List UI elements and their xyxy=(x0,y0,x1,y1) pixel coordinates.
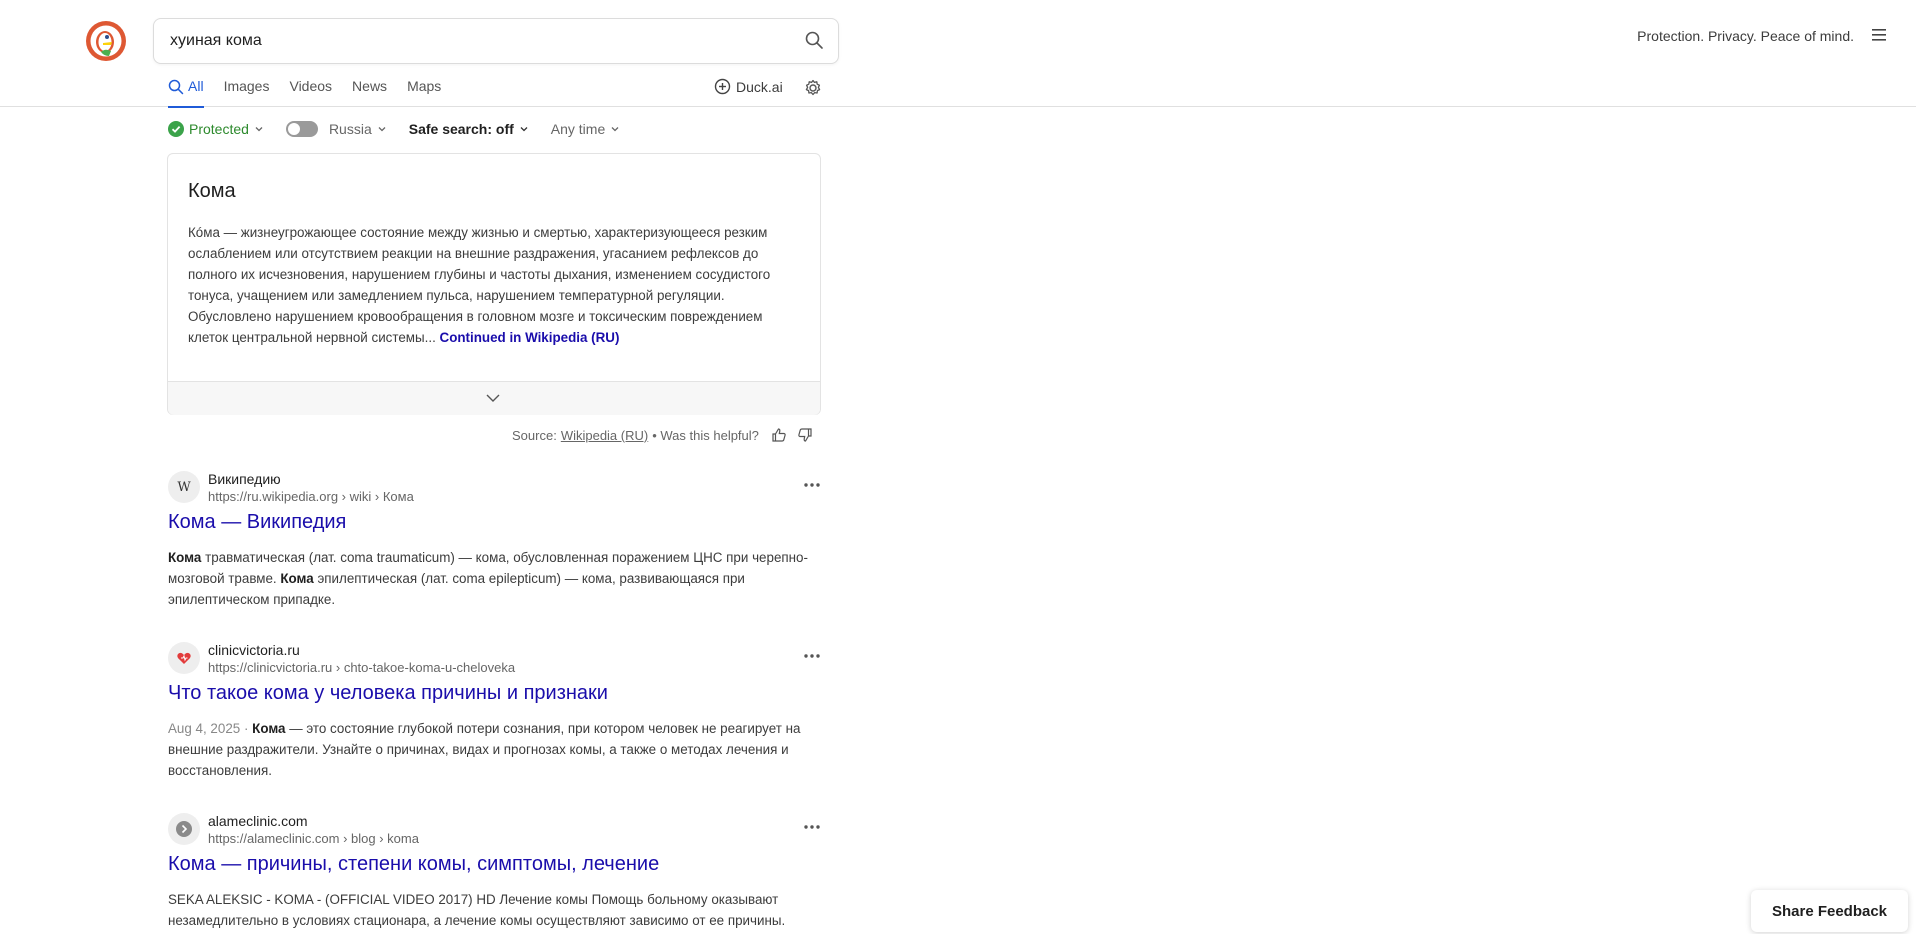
search-icon xyxy=(168,79,184,95)
chevron-down-icon xyxy=(486,394,500,402)
snippet-text: SEKA ALEKSIC - KOMA - (OFFICIAL VIDEO 20… xyxy=(168,892,786,928)
tab-label: Images xyxy=(223,78,270,94)
source-prefix: Source: xyxy=(512,427,557,443)
thumbs-down-icon[interactable] xyxy=(797,427,813,443)
protection-filter[interactable]: Protected xyxy=(168,121,264,137)
more-options-icon[interactable] xyxy=(802,648,822,664)
expand-panel-button[interactable] xyxy=(168,381,820,415)
thumbs-up-icon[interactable] xyxy=(771,427,787,443)
safe-search-filter[interactable]: Safe search: off xyxy=(409,121,529,137)
result-url[interactable]: https://ru.wikipedia.org › wiki › Кома xyxy=(208,489,414,504)
tab-videos[interactable]: Videos xyxy=(289,78,332,107)
tab-label: All xyxy=(188,78,204,94)
result-date: Aug 4, 2025 xyxy=(168,721,241,736)
arrow-favicon-icon xyxy=(168,813,200,845)
snippet-bold: Кома xyxy=(280,571,314,586)
result-snippet: Aug 4, 2025 · Кома — это состояние глубо… xyxy=(168,718,822,781)
result-site-name[interactable]: Википедию xyxy=(208,471,281,487)
check-circle-icon xyxy=(168,121,184,137)
time-label: Any time xyxy=(550,121,606,137)
more-options-icon[interactable] xyxy=(802,819,822,835)
share-feedback-button[interactable]: Share Feedback xyxy=(1751,890,1908,932)
search-result: clinicvictoria.ru https://clinicvictoria… xyxy=(168,642,822,782)
search-icon[interactable] xyxy=(804,30,826,52)
safe-search-label: Safe search: off xyxy=(408,121,514,137)
tab-label: News xyxy=(352,78,388,94)
tagline: Protection. Privacy. Peace of mind. xyxy=(1637,28,1854,44)
tab-all[interactable]: All xyxy=(168,78,204,108)
search-result: W Википедию https://ru.wikipedia.org › w… xyxy=(168,471,822,611)
duck-ai-button[interactable]: Duck.ai xyxy=(714,78,783,95)
chevron-down-icon xyxy=(255,127,263,132)
knowledge-panel-text: Кóма — жизнеугрожающее состояние между ж… xyxy=(188,222,800,348)
source-link[interactable]: Wikipedia (RU) xyxy=(561,428,648,443)
result-title-link[interactable]: Кома — Википедия xyxy=(168,511,346,534)
result-snippet: Кома травматическая (лат. coma traumatic… xyxy=(168,547,822,610)
region-label: Russia xyxy=(328,121,372,137)
date-separator: · xyxy=(240,721,253,736)
header: Protection. Privacy. Peace of mind. All … xyxy=(0,0,1916,108)
protection-label: Protected xyxy=(189,121,249,137)
search-filters: Protected Russia Safe search: off Any ti… xyxy=(168,120,642,138)
chat-plus-icon xyxy=(714,78,731,95)
region-toggle[interactable] xyxy=(285,121,318,137)
result-snippet: SEKA ALEKSIC - KOMA - (OFFICIAL VIDEO 20… xyxy=(168,889,822,931)
result-url[interactable]: https://alameclinic.com › blog › koma xyxy=(208,831,419,846)
tab-news[interactable]: News xyxy=(352,78,387,107)
result-site-name[interactable]: clinicvictoria.ru xyxy=(208,642,300,658)
knowledge-panel-abstract: Кóма — жизнеугрожающее состояние между ж… xyxy=(188,225,771,345)
search-input[interactable] xyxy=(170,19,770,63)
time-filter[interactable]: Any time xyxy=(551,121,620,137)
chevron-down-icon xyxy=(611,127,619,132)
result-site-name[interactable]: alameclinic.com xyxy=(208,813,308,829)
knowledge-panel: Кома Кóма — жизнеугрожающее состояние ме… xyxy=(167,153,821,415)
duckduckgo-logo[interactable] xyxy=(85,20,127,62)
snippet-bold: Кома xyxy=(168,550,202,565)
snippet-bold: Кома xyxy=(252,721,286,736)
hamburger-menu-icon[interactable] xyxy=(1870,27,1890,45)
search-result: alameclinic.com https://alameclinic.com … xyxy=(168,813,822,934)
tab-maps[interactable]: Maps xyxy=(407,78,441,107)
knowledge-panel-title: Кома xyxy=(188,180,236,202)
result-title-link[interactable]: Что такое кома у человека причины и приз… xyxy=(168,682,608,705)
source-line: Source: Wikipedia (RU) • Was this helpfu… xyxy=(512,427,813,443)
tab-label: Maps xyxy=(407,78,442,94)
continued-in-wikipedia-link[interactable]: Continued in Wikipedia (RU) xyxy=(440,330,620,345)
chevron-down-icon xyxy=(378,127,386,132)
region-filter[interactable]: Russia xyxy=(285,121,387,137)
gear-icon[interactable] xyxy=(804,79,822,97)
wikipedia-favicon: W xyxy=(168,471,200,503)
more-options-icon[interactable] xyxy=(802,477,822,493)
tab-label: Videos xyxy=(289,78,333,94)
heart-favicon-icon xyxy=(168,642,200,674)
chevron-down-icon xyxy=(520,127,528,132)
tab-images[interactable]: Images xyxy=(224,78,270,107)
result-title-link[interactable]: Кома — причины, степени комы, симптомы, … xyxy=(168,853,659,876)
helpful-question: • Was this helpful? xyxy=(652,427,759,443)
result-url[interactable]: https://clinicvictoria.ru › chto-takoe-k… xyxy=(208,660,515,675)
search-box xyxy=(153,18,839,64)
search-tabs: All Images Videos News Maps xyxy=(168,78,461,108)
duck-ai-label: Duck.ai xyxy=(736,78,783,95)
